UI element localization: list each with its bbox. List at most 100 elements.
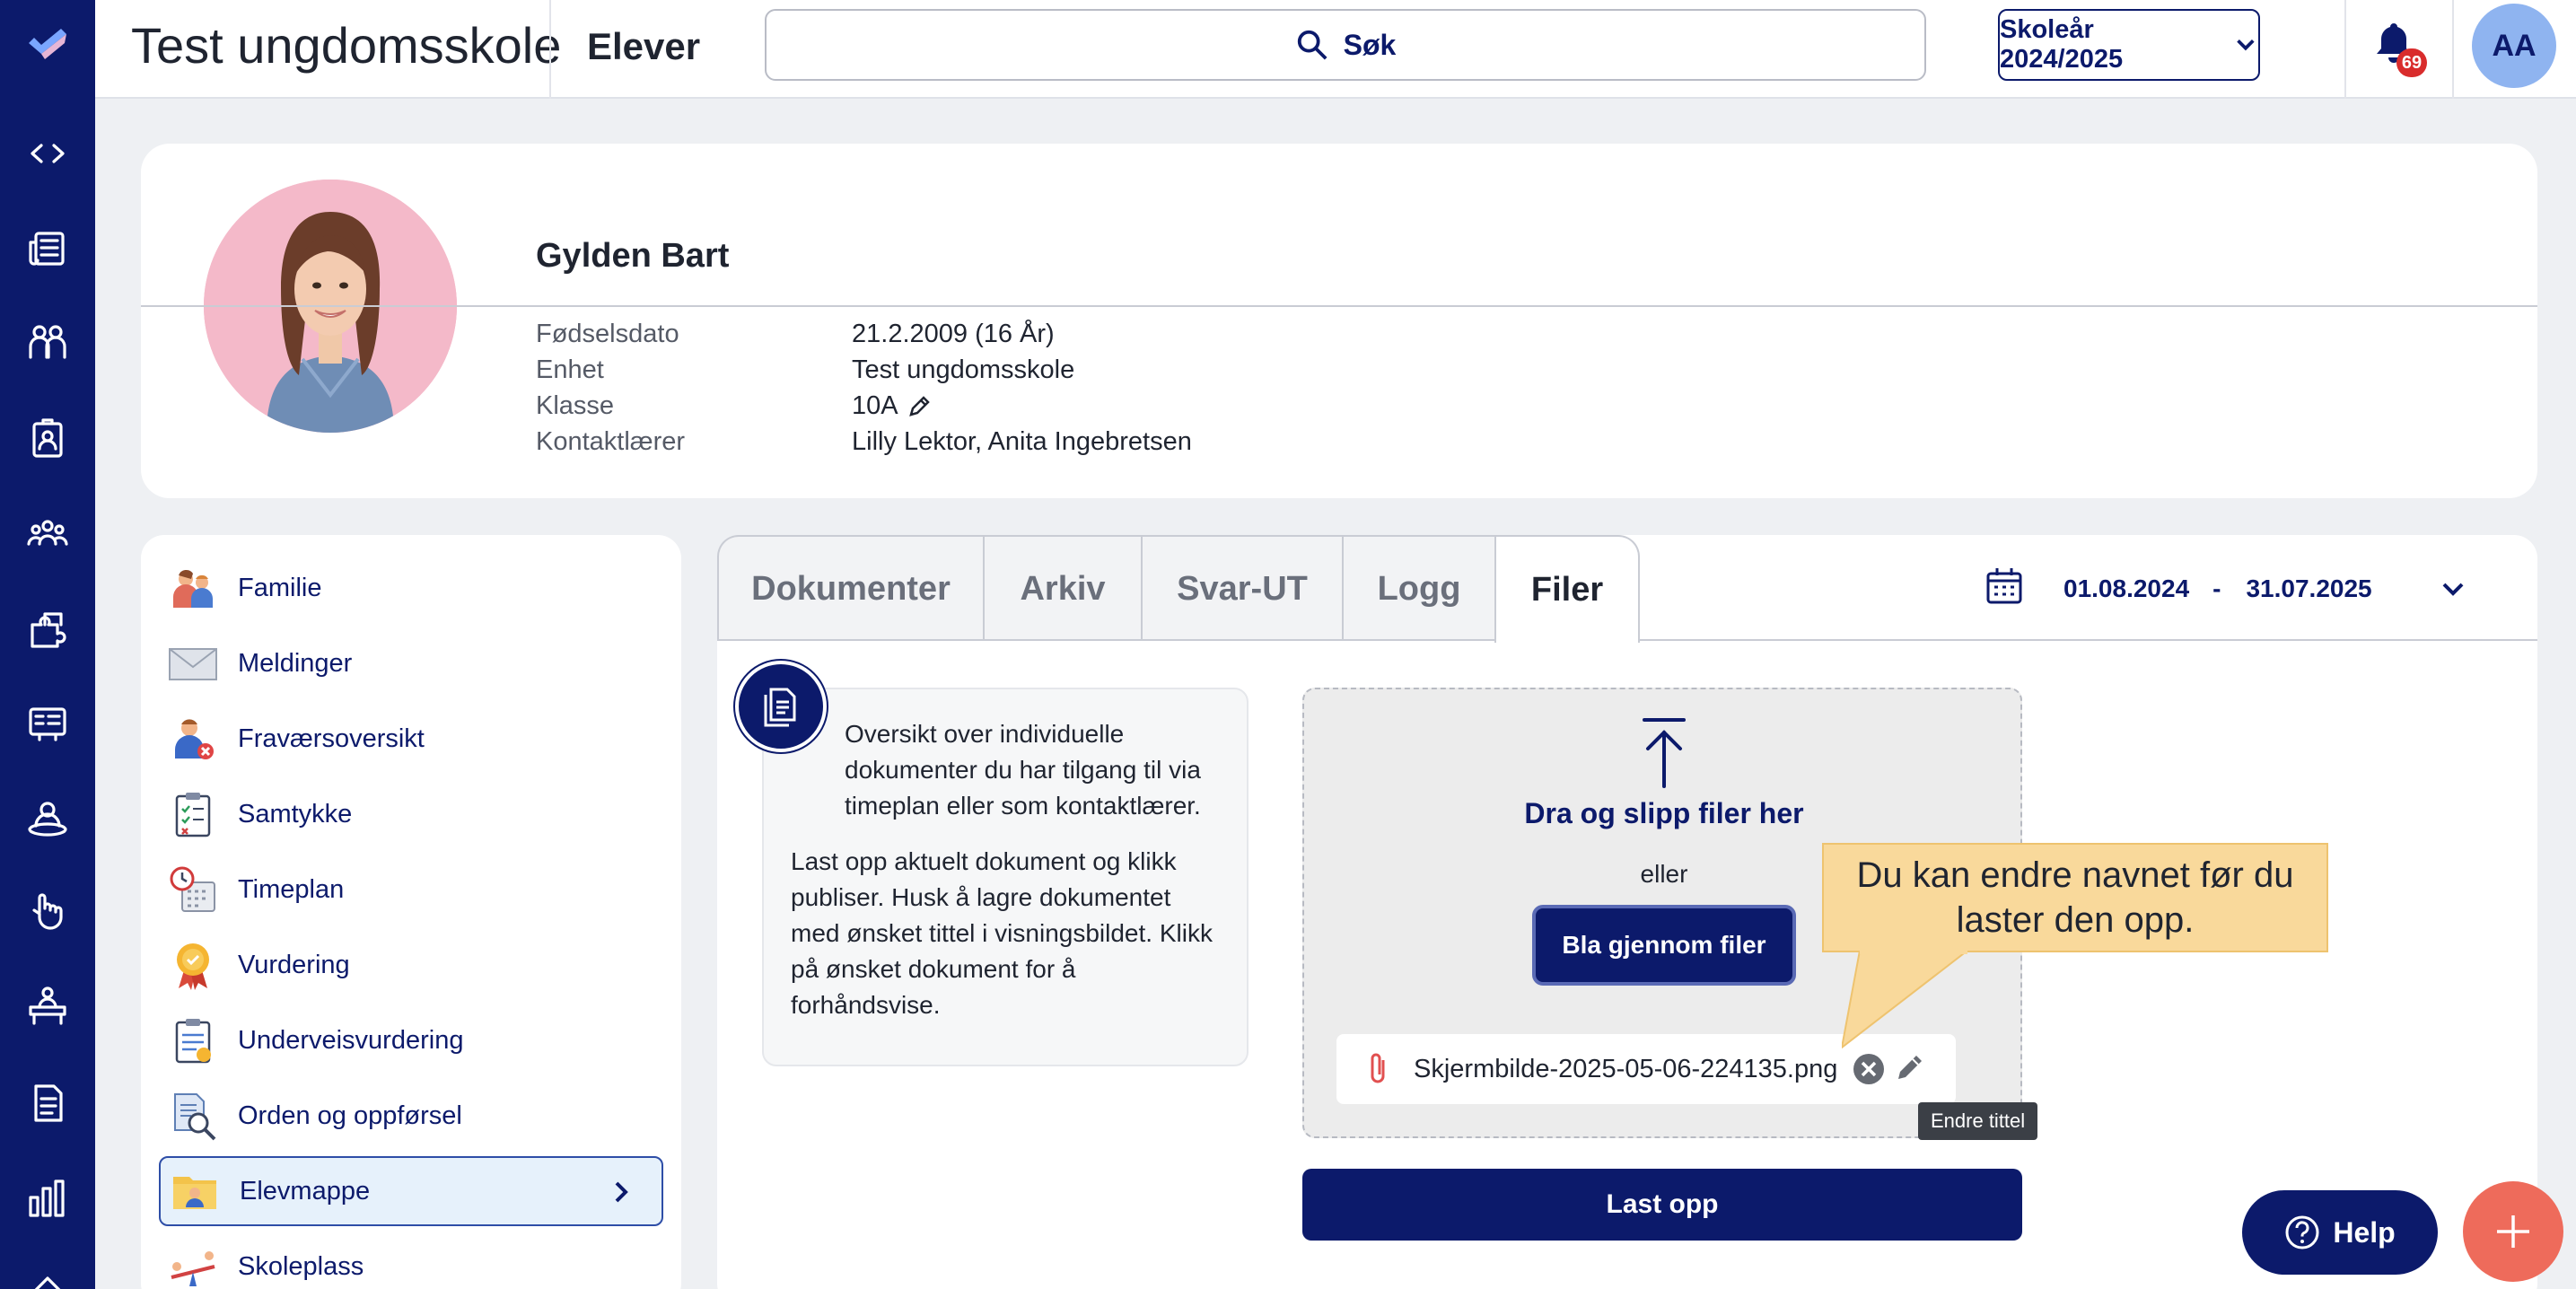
menu-item-skoleplass[interactable]: Skoleplass [159, 1232, 663, 1289]
browse-files-button[interactable]: Bla gjennom filer [1532, 905, 1796, 986]
tab-svar-ut[interactable]: Svar-UT [1141, 535, 1344, 641]
clipboard-icon [168, 1015, 218, 1065]
divider [549, 0, 551, 99]
desk-icon[interactable] [16, 975, 79, 1038]
class-text: 10A [852, 391, 898, 420]
menu-item-vurdering[interactable]: Vurdering [159, 930, 663, 1000]
schedule-icon [168, 864, 218, 915]
chevron-down-icon [2237, 39, 2255, 51]
school-name: Test ungdomsskole [131, 17, 562, 74]
date-from: 01.08.2024 [2063, 574, 2190, 602]
tab-arkiv[interactable]: Arkiv [983, 535, 1143, 641]
notification-badge: 69 [2396, 48, 2427, 77]
grades-icon[interactable] [16, 691, 79, 754]
magnifier-doc-icon [168, 1091, 218, 1141]
contact-teacher-text: Lilly Lektor, Anita Ingebretsen [852, 427, 1192, 456]
notifications-button[interactable]: 69 [2370, 18, 2432, 81]
student-name: Gylden Bart [536, 237, 730, 275]
student-folder-icon [170, 1166, 220, 1216]
tab-bar: Dokumenter Arkiv Svar-UT Logg Filer 01.0… [717, 535, 2537, 643]
class-label: Klasse [536, 391, 615, 420]
help-label: Help [2333, 1215, 2396, 1249]
add-button[interactable] [2463, 1181, 2563, 1282]
main-content-card: Dokumenter Arkiv Svar-UT Logg Filer 01.0… [717, 535, 2537, 1289]
school-year-dropdown[interactable]: Skoleår 2024/2025 [1998, 9, 2260, 81]
divider [2344, 0, 2346, 99]
question-icon [2285, 1215, 2319, 1250]
document-icon[interactable] [16, 1072, 79, 1135]
app-logo-icon[interactable] [16, 13, 79, 75]
upload-arrow-icon [1635, 715, 1693, 790]
newspaper-icon[interactable] [16, 217, 79, 280]
contact-teacher-value: Lilly Lektor, Anita Ingebretsen [852, 427, 1192, 457]
more-icon[interactable] [16, 1260, 79, 1289]
family-icon [168, 563, 218, 613]
rename-hint-callout: Du kan endre navnet før du laster den op… [1822, 843, 2328, 952]
menu-label: Underveisvurdering [238, 1025, 464, 1055]
paperclip-icon [1358, 1049, 1398, 1089]
absence-icon [168, 714, 218, 764]
file-name: Skjermbilde-2025-05-06-224135.png [1414, 1054, 1838, 1083]
group-icon[interactable] [16, 503, 79, 566]
menu-item-elevmappe[interactable]: Elevmappe [159, 1156, 663, 1226]
chevron-right-icon [615, 1181, 628, 1203]
menu-label: Familie [238, 573, 322, 602]
menu-item-fravaersoversikt[interactable]: Fraværsoversikt [159, 704, 663, 774]
menu-item-underveisvurdering[interactable]: Underveisvurdering [159, 1005, 663, 1075]
menu-item-timeplan[interactable]: Timeplan [159, 855, 663, 925]
people-icon[interactable] [16, 311, 79, 373]
menu-label: Vurdering [238, 950, 350, 979]
chevron-down-icon[interactable] [2439, 574, 2467, 603]
menu-label: Skoleplass [238, 1251, 364, 1281]
tab-filer[interactable]: Filer [1494, 535, 1640, 643]
envelope-icon [168, 638, 218, 688]
puzzle-icon[interactable] [16, 598, 79, 661]
school-year-label: Skoleår 2024/2025 [2000, 15, 2124, 74]
menu-label: Orden og oppførsel [238, 1100, 462, 1130]
contact-teacher-label: Kontaktlærer [536, 427, 686, 456]
info-paragraph-1: Oversikt over individuelle dokumenter du… [845, 720, 1201, 820]
search-icon [1297, 30, 1327, 60]
person-circle-icon[interactable] [16, 786, 79, 849]
menu-item-samtykke[interactable]: Samtykke [159, 779, 663, 849]
student-menu: Familie Meldinger Fraværsoversikt Samtyk… [141, 535, 681, 1289]
badge-icon[interactable] [16, 408, 79, 470]
date-to: 31.07.2025 [2246, 574, 2372, 602]
tab-logg[interactable]: Logg [1342, 535, 1496, 641]
menu-item-familie[interactable]: Familie [159, 553, 663, 623]
menu-item-meldinger[interactable]: Meldinger [159, 628, 663, 698]
search-input[interactable]: Søk [765, 9, 1926, 81]
clipboard-check-icon [168, 789, 218, 839]
documents-icon [735, 661, 827, 752]
seesaw-icon [168, 1241, 218, 1289]
unit-text: Test ungdomsskole [852, 355, 1075, 384]
calendar-icon [1983, 565, 2026, 614]
menu-label: Elevmappe [240, 1176, 371, 1206]
user-avatar[interactable]: AA [2472, 4, 2556, 88]
hand-icon[interactable] [16, 880, 79, 943]
pencil-icon[interactable] [906, 393, 933, 420]
upload-button[interactable]: Last opp [1302, 1169, 2022, 1241]
edit-title-tooltip: Endre tittel [1918, 1102, 2038, 1140]
birthdate-text: 21.2.2009 (16 År) [852, 320, 1055, 348]
search-label: Søk [1343, 28, 1397, 61]
date-range-picker[interactable]: 01.08.2024 - 31.07.2025 [1983, 564, 2467, 614]
expand-collapse-icon[interactable] [16, 122, 79, 185]
class-value: 10A [852, 391, 933, 421]
bar-chart-icon[interactable] [16, 1167, 79, 1230]
menu-label: Meldinger [238, 648, 353, 678]
page-title: Elever [587, 25, 701, 67]
edit-title-icon[interactable] [1893, 1050, 1929, 1086]
info-paragraph-2: Last opp aktuelt dokument og klikk publi… [791, 847, 1213, 1019]
tab-dokumenter[interactable]: Dokumenter [717, 535, 985, 641]
unit-label: Enhet [536, 355, 604, 384]
callout-tail [1842, 951, 1967, 1049]
info-box: Oversikt over individuelle dokumenter du… [762, 688, 1249, 1066]
menu-label: Samtykke [238, 799, 353, 829]
menu-label: Timeplan [238, 874, 345, 904]
menu-item-orden-og-oppforsel[interactable]: Orden og oppførsel [159, 1081, 663, 1151]
remove-file-icon[interactable] [1852, 1052, 1886, 1086]
help-button[interactable]: Help [2242, 1190, 2438, 1275]
date-separator: - [2212, 574, 2221, 602]
divider [141, 305, 2537, 307]
